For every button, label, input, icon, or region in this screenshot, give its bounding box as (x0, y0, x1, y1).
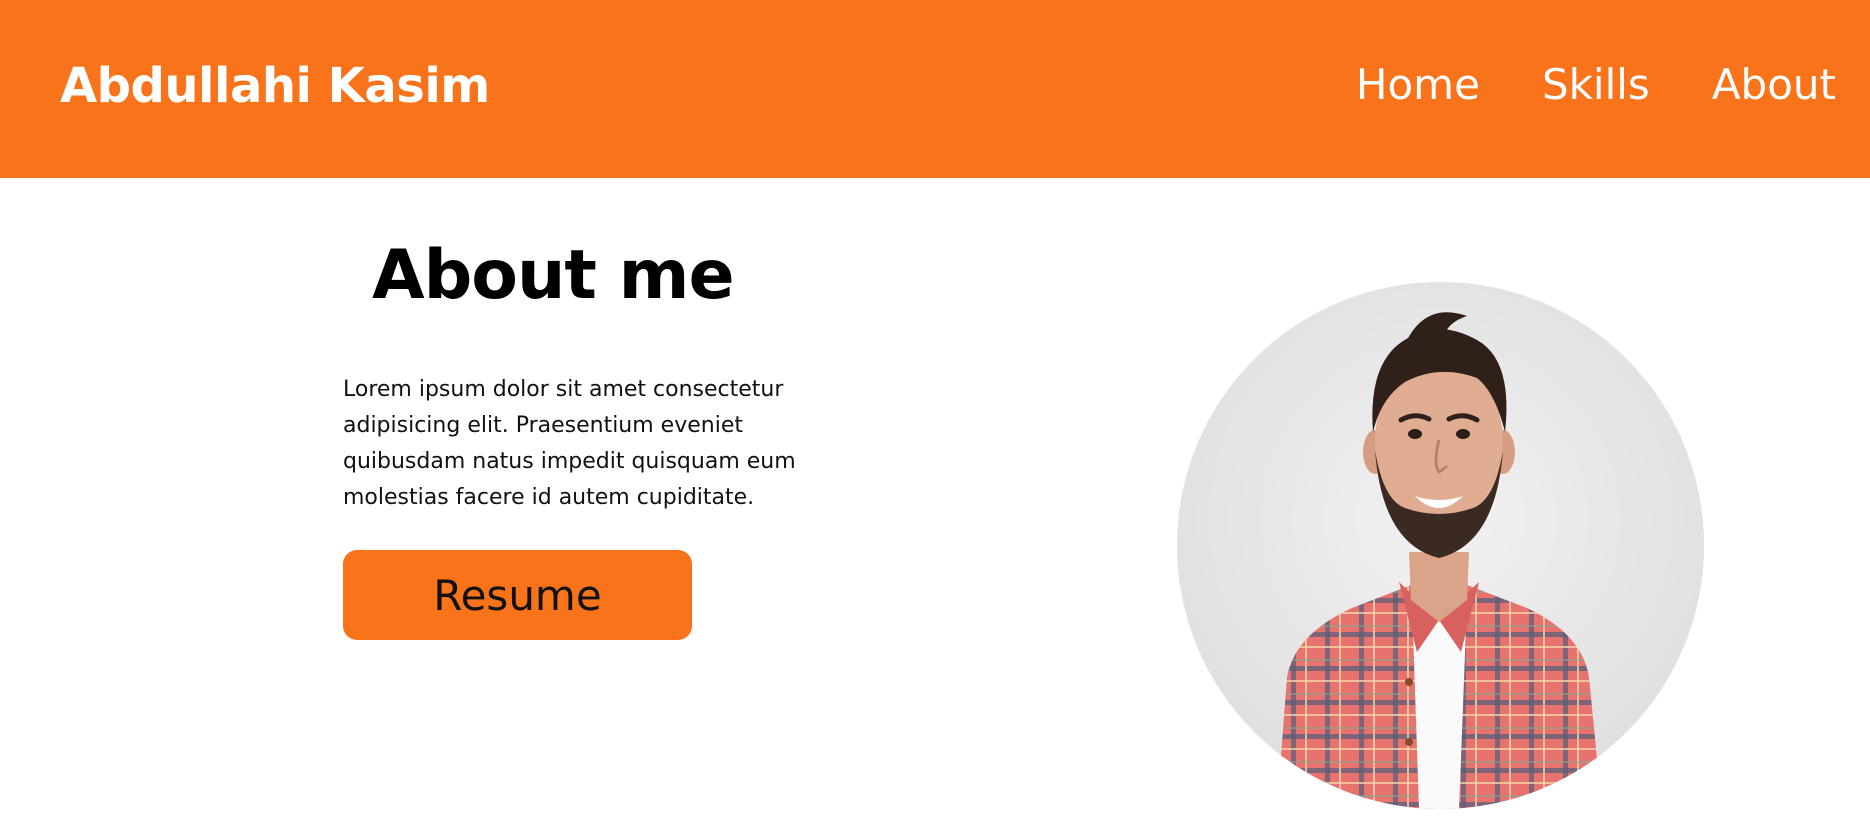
brand-name[interactable]: Abdullahi Kasim (60, 58, 490, 114)
profile-photo (1177, 282, 1704, 809)
nav-link-about[interactable]: About (1712, 60, 1836, 109)
main-nav: Home Skills About (1356, 60, 1836, 109)
about-heading: About me (372, 236, 735, 315)
site-header: Abdullahi Kasim Home Skills About (0, 0, 1870, 178)
nav-link-skills[interactable]: Skills (1542, 60, 1650, 109)
nav-link-home[interactable]: Home (1356, 60, 1480, 109)
person-illustration (1177, 282, 1704, 809)
about-description: Lorem ipsum dolor sit amet consectetur a… (343, 377, 796, 510)
resume-button[interactable]: Resume (343, 550, 692, 640)
